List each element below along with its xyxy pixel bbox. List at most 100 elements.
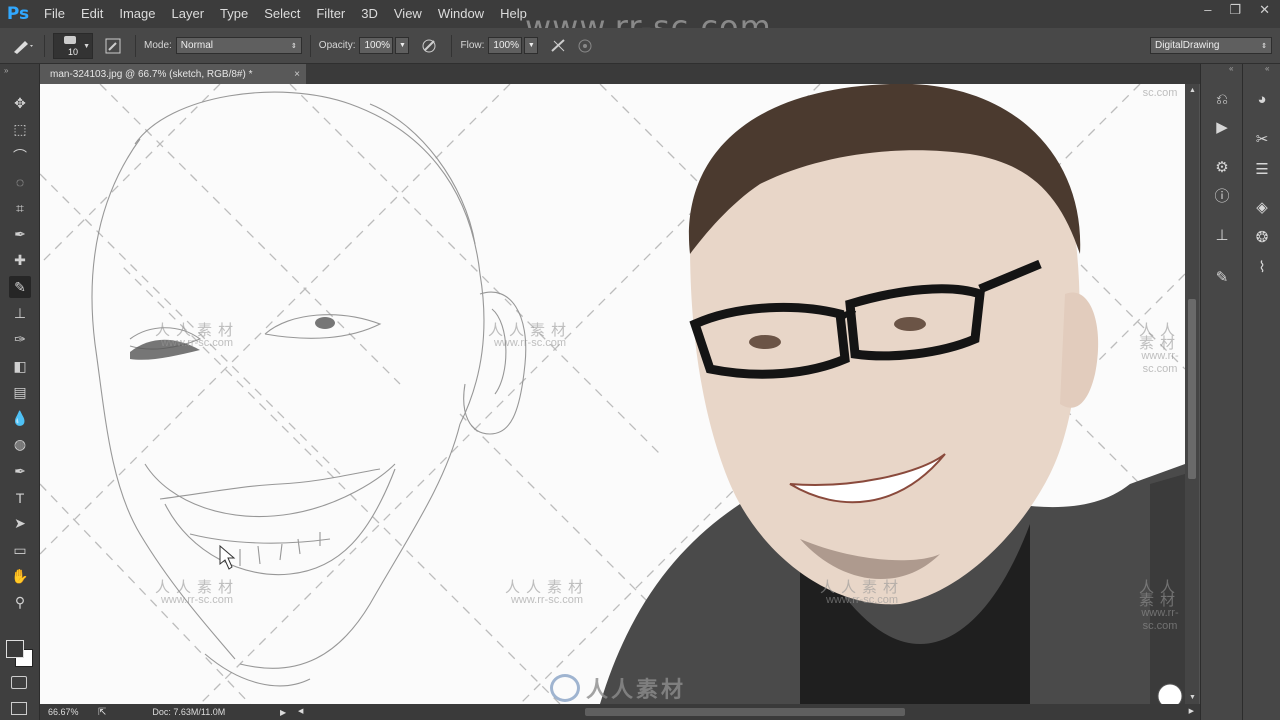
eyedropper-tool-icon[interactable]: ✒ (9, 224, 31, 246)
airbrush-icon[interactable] (546, 35, 572, 57)
reference-photo (600, 84, 1185, 704)
options-bar: 10 ▼ Mode: Normal ⇕ Opacity: 100% ▼ Flow:… (0, 28, 1280, 64)
restore-button[interactable]: ❐ (1229, 2, 1241, 18)
tool-presets-icon[interactable]: ⚙ (1209, 154, 1235, 180)
chevron-down-icon: ▼ (83, 42, 90, 50)
flow-input[interactable]: 100% (488, 37, 523, 54)
menu-type[interactable]: Type (212, 0, 256, 28)
menu-layer[interactable]: Layer (164, 0, 213, 28)
opacity-label: Opacity: (318, 40, 356, 51)
history-brush-tool-icon[interactable]: ✑ (9, 329, 31, 351)
menu-3d[interactable]: 3D (353, 0, 386, 28)
panel-dock-right: « ◕ ✂ ☰ ◈ ❂ ⌇ (1242, 64, 1280, 720)
path-select-tool-icon[interactable]: ➤ (9, 513, 31, 535)
eraser-tool-icon[interactable]: ◧ (9, 355, 31, 377)
dodge-tool-icon[interactable]: ◍ (9, 434, 31, 456)
clone-source-icon[interactable]: ⊥ (1209, 222, 1235, 248)
pressure-opacity-icon[interactable] (417, 35, 443, 57)
mode-label: Mode: (144, 40, 172, 51)
menu-image[interactable]: Image (111, 0, 163, 28)
scroll-down-icon[interactable]: ▼ (1189, 694, 1196, 701)
marquee-tool-icon[interactable]: ⬚ (9, 118, 31, 140)
horizontal-scrollbar[interactable]: ◀ ▶ (296, 704, 1196, 720)
pressure-size-icon[interactable] (572, 35, 598, 57)
crop-tool-icon[interactable]: ⌗ (9, 197, 31, 219)
brush-size-picker[interactable]: 10 ▼ (53, 32, 93, 59)
close-button[interactable]: ✕ (1259, 2, 1270, 18)
shape-tool-icon[interactable]: ▭ (9, 539, 31, 561)
canvas-artwork (40, 84, 1185, 704)
workspace-select[interactable]: DigitalDrawing ⇕ (1150, 37, 1272, 54)
history-panel-icon[interactable]: ⎌ (1209, 86, 1235, 112)
brush-tip-icon (64, 35, 76, 44)
watermark-stamp: 人人素材 www.rr-sc.com (1138, 322, 1181, 375)
mode-select[interactable]: Normal ⇕ (175, 37, 302, 54)
quick-mask-icon[interactable] (11, 676, 27, 689)
hand-tool-icon[interactable]: ✋ (9, 565, 31, 587)
opacity-value: 100% (364, 40, 391, 51)
document-tab-title: man-324103.jpg @ 66.7% (sketch, RGB/8#) … (50, 68, 253, 80)
zoom-tool-icon[interactable]: ⚲ (9, 592, 31, 614)
move-tool-icon[interactable]: ✥ (9, 92, 31, 114)
scroll-right-icon[interactable]: ▶ (1189, 707, 1194, 715)
doc-size: Doc: 7.63M/11.0M (152, 707, 226, 717)
lasso-tool-icon[interactable]: ⌒ (9, 145, 31, 167)
menu-window[interactable]: Window (430, 0, 492, 28)
paths-panel-icon[interactable]: ⌇ (1249, 254, 1275, 280)
document-tab[interactable]: man-324103.jpg @ 66.7% (sketch, RGB/8#) … (40, 64, 306, 84)
watermark-stamp: www.rr-sc.com (155, 84, 227, 87)
healing-tool-icon[interactable]: ✚ (9, 250, 31, 272)
pen-tool-icon[interactable]: ✒ (9, 460, 31, 482)
export-icon[interactable]: ⇱ (98, 707, 106, 718)
window-controls: – ❐ ✕ (1204, 2, 1270, 18)
vertical-scroll-thumb[interactable] (1188, 299, 1196, 479)
flow-dropdown[interactable]: ▼ (524, 37, 539, 54)
menu-file[interactable]: File (36, 0, 73, 28)
channels-panel-icon[interactable]: ❂ (1249, 224, 1275, 250)
scroll-left-icon[interactable]: ◀ (298, 707, 303, 715)
menu-view[interactable]: View (386, 0, 430, 28)
properties-panel-icon[interactable]: ☰ (1249, 156, 1275, 182)
status-bar: 66.67% ⇱ Doc: 7.63M/11.0M ▶ ◀ ▶ (40, 704, 1200, 720)
minimize-button[interactable]: – (1204, 2, 1211, 18)
screen-mode-icon[interactable] (11, 702, 27, 715)
watermark-stamp: 人人素材 www.rr-sc.com (488, 322, 573, 349)
menu-select[interactable]: Select (256, 0, 308, 28)
brush-tool-icon[interactable]: ✎ (9, 276, 31, 299)
info-panel-icon[interactable]: ⓘ (1209, 182, 1235, 208)
brush-panel-icon[interactable]: ✎ (1209, 264, 1235, 290)
layers-panel-icon[interactable]: ◈ (1249, 194, 1275, 220)
document-tab-bar: man-324103.jpg @ 66.7% (sketch, RGB/8#) … (40, 64, 1200, 84)
watermark-stamp: 人人素材 www.rr-sc.com (155, 322, 240, 349)
type-tool-icon[interactable]: T (9, 487, 31, 509)
flow-label: Flow: (460, 40, 485, 51)
brush-panel-icon[interactable] (99, 35, 127, 57)
opacity-input[interactable]: 100% (359, 37, 394, 54)
collapse-icon[interactable]: « (1229, 64, 1233, 73)
vertical-scrollbar[interactable]: ▲ ▼ (1185, 84, 1199, 704)
close-icon[interactable]: × (294, 69, 300, 80)
quick-select-tool-icon[interactable]: ◌ (9, 171, 31, 193)
rr-logo-icon (550, 674, 580, 702)
menu-edit[interactable]: Edit (73, 0, 111, 28)
document-canvas[interactable]: www.rr-sc.com www.rr-sc.com www.rr-sc.co… (40, 84, 1185, 704)
foreground-color-swatch[interactable] (6, 640, 24, 658)
collapse-icon[interactable]: » (4, 66, 8, 75)
collapse-icon[interactable]: « (1265, 64, 1269, 73)
menu-items: File Edit Image Layer Type Select Filter 3D View… (36, 0, 535, 28)
status-menu-arrow-icon[interactable]: ▶ (280, 708, 286, 717)
actions-panel-icon[interactable]: ▶ (1209, 114, 1235, 140)
adjustments-panel-icon[interactable]: ✂ (1249, 126, 1275, 152)
stamp-tool-icon[interactable]: ⊥ (9, 302, 31, 324)
opacity-dropdown[interactable]: ▼ (395, 37, 410, 54)
gradient-tool-icon[interactable]: ▤ (9, 381, 31, 403)
brush-preset-icon[interactable] (8, 35, 36, 57)
panel-dock-left: « ⎌ ▶ ⚙ ⓘ ⊥ ✎ (1200, 64, 1242, 720)
zoom-level[interactable]: 66.67% (48, 707, 88, 717)
scroll-up-icon[interactable]: ▲ (1189, 87, 1196, 94)
blur-tool-icon[interactable]: 💧 (9, 408, 31, 430)
menu-filter[interactable]: Filter (308, 0, 353, 28)
swatches-panel-icon[interactable]: ◕ (1249, 86, 1275, 112)
watermark-stamp: 人人素材 www.rr-sc.com (1138, 579, 1181, 632)
horizontal-scroll-thumb[interactable] (585, 708, 905, 716)
